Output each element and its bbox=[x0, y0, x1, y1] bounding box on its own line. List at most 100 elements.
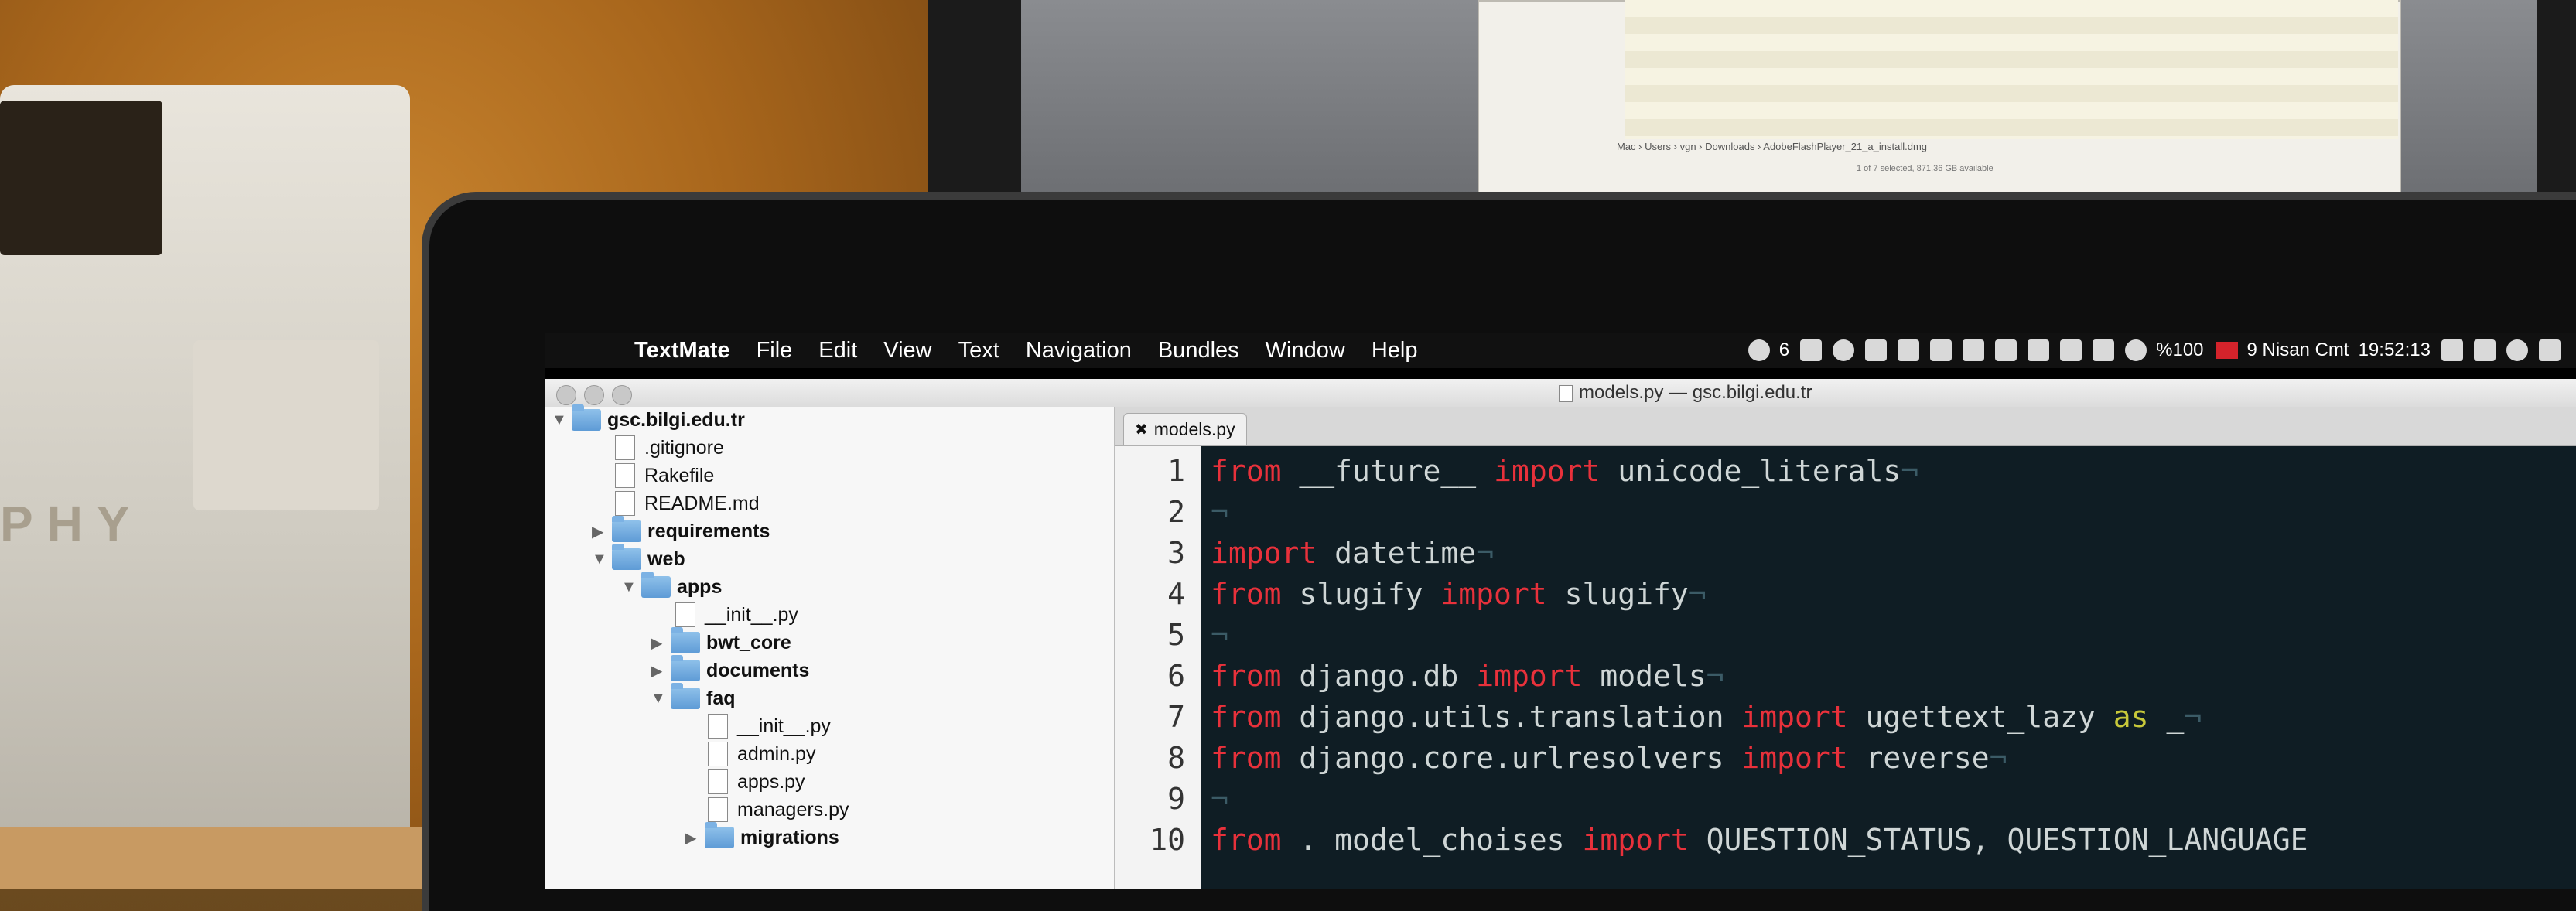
user-icon[interactable] bbox=[2474, 339, 2496, 361]
code-keyword: import bbox=[1211, 536, 1317, 570]
minimize-window-button[interactable] bbox=[584, 385, 604, 405]
tree-item-label: web bbox=[647, 548, 685, 570]
colorsync-icon[interactable] bbox=[1833, 339, 1855, 361]
file-icon bbox=[708, 714, 728, 739]
menu-navigation[interactable]: Navigation bbox=[1026, 338, 1132, 363]
tree-item-bwt-core[interactable]: ▶ bwt_core bbox=[651, 627, 791, 656]
disclosure-closed-icon[interactable]: ▶ bbox=[592, 522, 612, 541]
code-keyword: import bbox=[1741, 741, 1848, 775]
tab-models-py[interactable]: ✖ models.py bbox=[1123, 413, 1247, 445]
tree-item-init[interactable]: __init__.py bbox=[675, 602, 798, 628]
link-icon[interactable] bbox=[2060, 339, 2082, 361]
window-titlebar[interactable]: models.py — gsc.bilgi.edu.tr bbox=[545, 379, 2576, 408]
tree-item-label: apps.py bbox=[737, 770, 805, 793]
tree-item-label: .gitignore bbox=[644, 436, 724, 459]
menu-file[interactable]: File bbox=[757, 338, 793, 363]
code-line: from __future__ import unicode_literals¬ bbox=[1211, 454, 1918, 488]
file-icon bbox=[708, 797, 728, 822]
wifi-icon[interactable] bbox=[2441, 339, 2463, 361]
code-editor[interactable]: from __future__ import unicode_literals¬… bbox=[1201, 446, 2576, 889]
tree-item-label: managers.py bbox=[737, 798, 849, 821]
line-number: 9 bbox=[1167, 782, 1185, 816]
stack-icon[interactable] bbox=[1995, 339, 2017, 361]
code-text: datetime bbox=[1317, 536, 1477, 570]
tree-item-label: apps bbox=[677, 575, 723, 598]
time-machine-icon[interactable] bbox=[2125, 339, 2147, 361]
line-number: 6 bbox=[1167, 659, 1185, 693]
menu-view[interactable]: View bbox=[883, 338, 931, 363]
menu-bundles[interactable]: Bundles bbox=[1158, 338, 1239, 363]
close-window-button[interactable] bbox=[556, 385, 576, 405]
tree-item-apps-py[interactable]: apps.py bbox=[708, 769, 805, 795]
menu-window[interactable]: Window bbox=[1266, 338, 1345, 363]
invisible-char: ¬ bbox=[1989, 741, 2007, 775]
code-text: django.db bbox=[1281, 659, 1477, 693]
reader-icon[interactable] bbox=[1865, 339, 1888, 361]
menu-text[interactable]: Text bbox=[958, 338, 999, 363]
disclosure-open-icon[interactable]: ▼ bbox=[552, 411, 572, 429]
tree-item-documents[interactable]: ▶ documents bbox=[651, 655, 809, 684]
notification-icon[interactable] bbox=[1748, 339, 1770, 361]
tree-item-managers[interactable]: managers.py bbox=[708, 797, 849, 823]
menu-edit[interactable]: Edit bbox=[818, 338, 857, 363]
tree-item-label: faq bbox=[706, 687, 736, 709]
menubar-time[interactable]: 19:52:13 bbox=[2359, 339, 2431, 361]
notification-count: 6 bbox=[1778, 339, 1790, 360]
file-icon bbox=[708, 742, 728, 766]
tree-item-requirements[interactable]: ▶ requirements bbox=[592, 516, 770, 544]
code-keyword: import bbox=[1741, 700, 1848, 734]
file-browser: ▼ gsc.bilgi.edu.tr .gitignore Rakefile R… bbox=[545, 404, 1115, 889]
menu-app-name[interactable]: TextMate bbox=[634, 338, 730, 363]
tab-label: models.py bbox=[1153, 418, 1235, 439]
tree-item-label: admin.py bbox=[737, 742, 816, 765]
notification-center-icon[interactable] bbox=[2539, 339, 2561, 361]
tree-item-admin[interactable]: admin.py bbox=[708, 741, 815, 767]
tree-item-readme[interactable]: README.md bbox=[615, 490, 760, 517]
code-keyword: from bbox=[1211, 823, 1282, 857]
code-line: from slugify import slugify¬ bbox=[1211, 577, 1707, 611]
sync-icon[interactable] bbox=[2028, 339, 2050, 361]
airplay-icon[interactable] bbox=[2093, 339, 2115, 361]
disclosure-open-icon[interactable]: ▼ bbox=[651, 690, 671, 708]
code-text: models bbox=[1582, 659, 1707, 693]
disclosure-open-icon[interactable]: ▼ bbox=[592, 551, 612, 568]
tree-item-web[interactable]: ▼ web bbox=[592, 544, 685, 572]
app-icon[interactable] bbox=[1963, 339, 1985, 361]
finder-status-bar: 1 of 7 selected, 871,36 GB available bbox=[1857, 164, 1993, 173]
tree-item-gitignore[interactable]: .gitignore bbox=[615, 435, 724, 461]
code-text: _ bbox=[2148, 700, 2185, 734]
finder-path-bar: Mac › Users › vgn › Downloads › AdobeFla… bbox=[1617, 141, 1928, 152]
disclosure-open-icon[interactable]: ▼ bbox=[621, 578, 641, 596]
disclosure-closed-icon[interactable]: ▶ bbox=[651, 633, 671, 653]
code-keyword: as bbox=[2113, 700, 2149, 734]
tree-item-faq[interactable]: ▼ faq bbox=[651, 683, 736, 711]
zoom-window-button[interactable] bbox=[612, 385, 632, 405]
battery-percent[interactable]: %100 bbox=[2156, 339, 2203, 361]
code-text: __future__ bbox=[1281, 454, 1495, 488]
google-drive-icon[interactable] bbox=[1898, 339, 1920, 361]
keyboard-input-flag-icon[interactable] bbox=[2216, 342, 2238, 359]
menubar-date[interactable]: 9 Nisan Cmt bbox=[2247, 339, 2349, 361]
line-number: 8 bbox=[1167, 741, 1185, 775]
menu-help[interactable]: Help bbox=[1372, 338, 1418, 363]
code-line: from django.utils.translation import uge… bbox=[1211, 700, 2202, 734]
tree-item-apps[interactable]: ▼ apps bbox=[621, 572, 723, 600]
dropbox-icon[interactable] bbox=[1930, 339, 1952, 361]
tree-item-root[interactable]: ▼ gsc.bilgi.edu.tr bbox=[552, 404, 745, 433]
disclosure-closed-icon[interactable]: ▶ bbox=[685, 828, 705, 848]
code-text: slugify bbox=[1546, 577, 1689, 611]
tree-item-faq-init[interactable]: __init__.py bbox=[708, 713, 831, 739]
invisible-char: ¬ bbox=[1688, 577, 1707, 611]
textmate-window: models.py — gsc.bilgi.edu.tr ▼ gsc.bilgi… bbox=[545, 379, 2576, 889]
code-keyword: from bbox=[1211, 454, 1282, 488]
invisible-char: ¬ bbox=[1706, 659, 1724, 693]
evernote-icon[interactable] bbox=[1800, 339, 1823, 361]
disclosure-closed-icon[interactable]: ▶ bbox=[651, 661, 671, 681]
code-keyword: import bbox=[1582, 823, 1689, 857]
tree-item-migrations[interactable]: ▶ migrations bbox=[685, 822, 839, 851]
tree-item-rakefile[interactable]: Rakefile bbox=[615, 462, 714, 489]
printer-labels bbox=[193, 340, 379, 510]
close-tab-icon[interactable]: ✖ bbox=[1135, 420, 1148, 439]
spotlight-search-icon[interactable] bbox=[2506, 339, 2528, 361]
tree-item-label: README.md bbox=[644, 492, 760, 514]
